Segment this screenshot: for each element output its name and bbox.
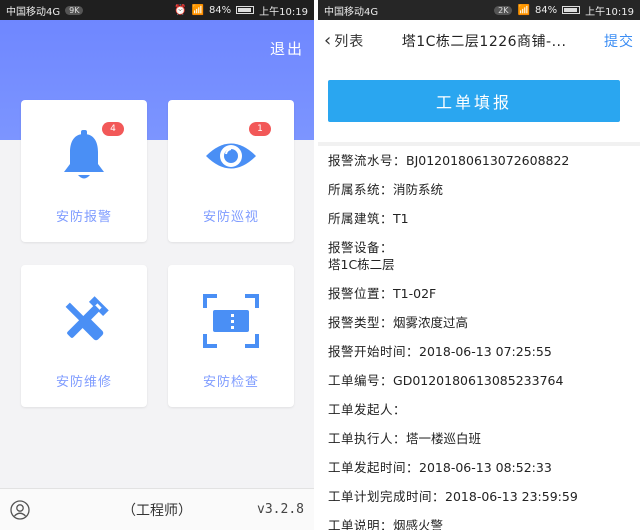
detail-row: 报警设备： 塔1C栋二层 (328, 239, 634, 273)
chevron-left-icon: ‹ (324, 30, 333, 51)
detail-row: 工单发起时间：2018-06-13 08:52:33 (328, 459, 634, 476)
status-bar: 中国移动4G 9K ⏰ 📶 84% 上午10:19 (0, 0, 314, 20)
detail-value: GD0120180613085233764 (393, 373, 564, 388)
back-button[interactable]: ‹ 列表 (324, 31, 364, 51)
patrol-count-badge: 1 (249, 122, 271, 136)
detail-key: 工单计划完成时间： (328, 489, 446, 504)
battery-percent: 84% (208, 4, 232, 16)
detail-value: 消防系统 (393, 182, 444, 197)
detail-key: 所属建筑： (328, 211, 394, 226)
alarm-details: 报警流水号：BJ0120180613072608822 所属系统：消防系统 所属… (328, 152, 634, 530)
detail-row: 报警类型：烟雾浓度过高 (328, 314, 634, 331)
speed-pill: 2K (494, 5, 513, 15)
submit-button[interactable]: 提交 (604, 31, 634, 51)
detail-value: 2018-06-13 07:25:55 (419, 344, 552, 359)
user-avatar-icon[interactable] (10, 499, 30, 520)
nav-bar: ‹ 列表 塔1C栋二层1226商铺-... 提交 (318, 20, 640, 62)
detail-key: 报警流水号： (328, 153, 407, 168)
detail-key: 工单执行人： (328, 431, 407, 446)
wifi-icon: 📶 (517, 4, 530, 16)
detail-value: 塔1C栋二层 (328, 257, 395, 272)
detail-value: 塔一楼巡白班 (406, 431, 482, 446)
security-patrol-label: 安防巡视 (202, 210, 259, 225)
detail-row: 工单执行人：塔一楼巡白班 (328, 430, 634, 447)
detail-value: 2018-06-13 23:59:59 (445, 489, 578, 504)
security-alarm-label: 安防报警 (55, 210, 112, 225)
eye-icon (206, 143, 256, 169)
work-order-screen: 中国移动4G 2K 📶 84% 上午10:19 ‹ 列表 塔1C栋二层1226商… (318, 0, 640, 530)
detail-key: 工单发起时间： (328, 460, 420, 475)
detail-row: 工单说明：烟感火警 (328, 517, 634, 530)
detail-key: 所属系统： (328, 182, 394, 197)
detail-value: 烟雾浓度过高 (393, 315, 469, 330)
detail-value: 2018-06-13 08:52:33 (419, 460, 552, 475)
work-order-fill-button[interactable]: 工单填报 (328, 80, 620, 122)
detail-value: T1 (393, 211, 409, 226)
speed-pill: 9K (65, 5, 84, 15)
detail-row: 报警位置：T1-02F (328, 285, 634, 302)
detail-row: 所属系统：消防系统 (328, 181, 634, 198)
detail-row: 工单发起人： (328, 401, 634, 418)
battery-icon (562, 6, 581, 14)
security-patrol-card[interactable]: 1 安防巡视 (168, 100, 294, 242)
detail-key: 报警设备： (328, 240, 394, 255)
detail-key: 报警开始时间： (328, 344, 420, 359)
back-label: 列表 (334, 34, 365, 50)
status-bar: 中国移动4G 2K 📶 84% 上午10:19 (318, 0, 640, 20)
home-screen: 中国移动4G 9K ⏰ 📶 84% 上午10:19 退出 4 安防报警 1 安防… (0, 0, 314, 530)
detail-key: 报警类型： (328, 315, 394, 330)
detail-row: 工单计划完成时间：2018-06-13 23:59:59 (328, 488, 634, 505)
app-version: v3.2.8 (257, 502, 304, 517)
clock-time: 上午10:19 (259, 6, 308, 18)
detail-row: 所属建筑：T1 (328, 210, 634, 227)
security-maintenance-label: 安防维修 (55, 375, 112, 390)
bottom-bar: （工程师） v3.2.8 (0, 488, 314, 530)
detail-key: 工单发起人： (328, 402, 407, 417)
security-inspection-label: 安防检查 (202, 375, 259, 390)
detail-key: 工单编号： (328, 373, 394, 388)
detail-value: T1-02F (393, 286, 437, 301)
detail-row: 报警流水号：BJ0120180613072608822 (328, 152, 634, 169)
bell-icon (64, 130, 104, 179)
wrench-screwdriver-icon (65, 296, 109, 341)
page-title: 塔1C栋二层1226商铺-... (401, 34, 567, 50)
carrier-label: 中国移动4G (6, 6, 61, 18)
wifi-icon: 📶 (191, 4, 204, 16)
alarm-clock-icon: ⏰ (174, 4, 187, 16)
battery-icon (236, 6, 255, 14)
logout-button[interactable]: 退出 (270, 38, 304, 59)
carrier-label: 中国移动4G (324, 6, 379, 18)
security-alarm-card[interactable]: 4 安防报警 (21, 100, 147, 242)
detail-row: 工单编号：GD0120180613085233764 (328, 372, 634, 389)
scan-ticket-icon (203, 294, 259, 348)
alarm-count-badge: 4 (102, 122, 124, 136)
section-separator (318, 142, 640, 146)
detail-value: BJ0120180613072608822 (406, 153, 570, 168)
detail-row: 报警开始时间：2018-06-13 07:25:55 (328, 343, 634, 360)
security-inspection-card[interactable]: 安防检查 (168, 265, 294, 407)
security-maintenance-card[interactable]: 安防维修 (21, 265, 147, 407)
detail-key: 报警位置： (328, 286, 394, 301)
clock-time: 上午10:19 (585, 6, 634, 18)
battery-percent: 84% (534, 4, 558, 16)
detail-key: 工单说明： (328, 518, 394, 530)
detail-value: 烟感火警 (393, 518, 444, 530)
